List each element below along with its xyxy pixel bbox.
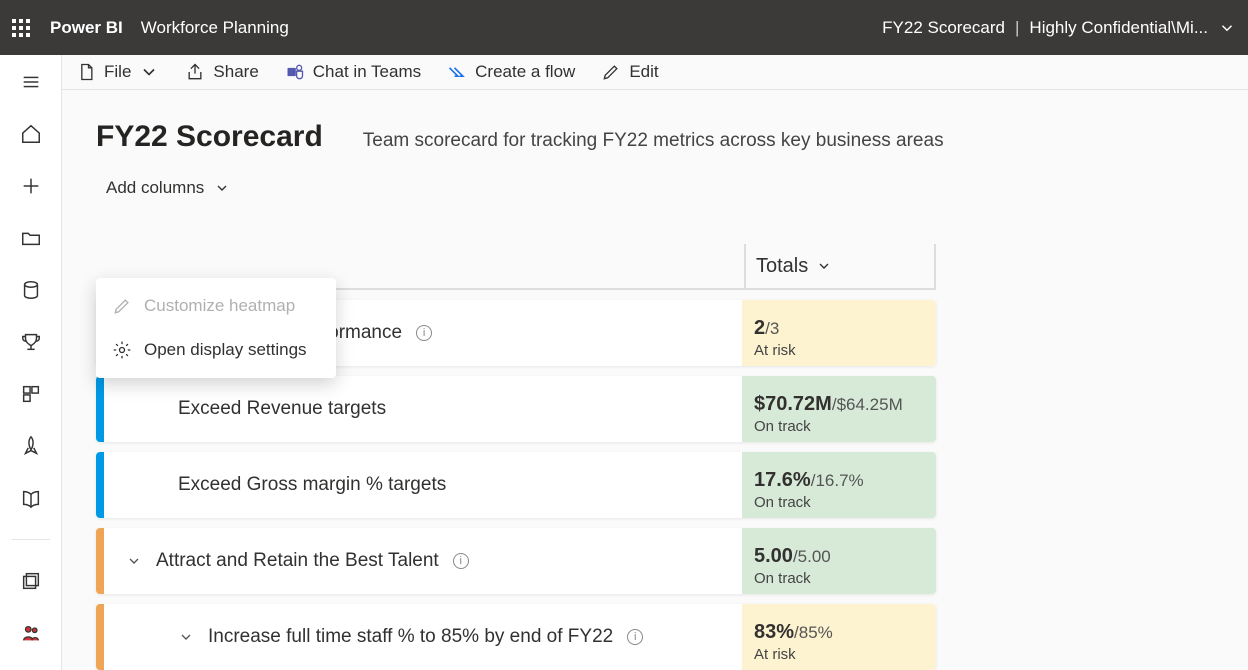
nav-workspaces[interactable] (14, 564, 48, 598)
add-columns-label: Add columns (106, 178, 204, 198)
row-name-label: Increase full time staff % to 85% by end… (208, 626, 613, 648)
workspace-label[interactable]: Workforce Planning (141, 18, 289, 38)
file-menu[interactable]: File (76, 62, 159, 82)
row-primary-value: 17.6% (754, 469, 811, 491)
row-name-cell: Exceed Gross margin % targets (104, 452, 742, 518)
nav-browse[interactable] (14, 221, 48, 255)
separator: | (1015, 18, 1019, 38)
scorecard-row[interactable]: Attract and Retain the Best Talent i 5.00/… (96, 528, 936, 594)
menu-item-customize-heatmap: Customize heatmap (96, 284, 336, 328)
create-flow-button[interactable]: Create a flow (447, 62, 575, 82)
pencil-icon (601, 62, 621, 82)
info-icon[interactable]: i (627, 629, 643, 645)
row-totals-cell: 83%/85% At risk (742, 604, 936, 670)
status-stripe (96, 528, 104, 594)
command-bar: File Share T Chat in Teams Create a flow… (62, 55, 1248, 90)
scorecard-row[interactable]: Exceed Revenue targets $70.72M/$64.25M On … (96, 376, 936, 442)
menu-customize-label: Customize heatmap (144, 296, 295, 316)
totals-header-label: Totals (756, 255, 808, 278)
chat-label: Chat in Teams (313, 62, 421, 82)
scorecard-row[interactable]: Increase full time staff % to 85% by end… (96, 604, 936, 670)
row-status-label: At risk (754, 646, 936, 663)
add-columns-dropdown[interactable]: Add columns (106, 178, 1248, 198)
app-top-bar: Power BI Workforce Planning FY22 Scoreca… (0, 0, 1248, 55)
edit-label: Edit (629, 62, 658, 82)
page-content: FY22 Scorecard Team scorecard for tracki… (62, 90, 1248, 670)
row-totals-cell: 5.00/5.00 On track (742, 528, 936, 594)
row-totals-cell: 2/3 At risk (742, 300, 936, 366)
report-name: FY22 Scorecard (882, 18, 1005, 38)
nav-create[interactable] (14, 169, 48, 203)
svg-text:T: T (289, 70, 293, 77)
nav-learn[interactable] (14, 481, 48, 515)
row-secondary-value: /5.00 (793, 547, 831, 566)
row-secondary-value: /85% (794, 623, 833, 642)
scorecard-row[interactable]: Exceed Gross margin % targets 17.6%/16.7%… (96, 452, 936, 518)
chevron-down-icon (816, 258, 832, 274)
file-label: File (104, 62, 131, 82)
share-button[interactable]: Share (185, 62, 258, 82)
row-secondary-value: /$64.25M (832, 395, 903, 414)
row-status-label: At risk (754, 342, 936, 359)
row-primary-value: 2 (754, 317, 765, 339)
nav-data-hub[interactable] (14, 273, 48, 307)
menu-item-display-settings[interactable]: Open display settings (96, 328, 336, 372)
info-icon[interactable]: i (453, 553, 469, 569)
row-primary-value: 5.00 (754, 545, 793, 567)
app-launcher-icon[interactable] (12, 19, 30, 37)
status-stripe (96, 604, 104, 670)
chevron-down-icon (139, 62, 159, 82)
file-icon (76, 62, 96, 82)
page-description: Team scorecard for tracking FY22 metrics… (363, 130, 944, 152)
row-name-cell: Exceed Revenue targets (104, 376, 742, 442)
pencil-icon (112, 296, 132, 316)
menu-display-label: Open display settings (144, 340, 307, 360)
flow-icon (447, 62, 467, 82)
row-name-label: Exceed Revenue targets (178, 398, 386, 420)
nav-apps[interactable] (14, 377, 48, 411)
add-columns-menu: Customize heatmap Open display settings (96, 278, 336, 378)
sensitivity-label[interactable]: Highly Confidential\Mi... (1029, 18, 1208, 38)
row-totals-cell: 17.6%/16.7% On track (742, 452, 936, 518)
row-status-label: On track (754, 570, 936, 587)
row-primary-value: $70.72M (754, 393, 832, 415)
row-status-label: On track (754, 494, 936, 511)
teams-icon: T (285, 62, 305, 82)
status-stripe (96, 452, 104, 518)
page-title: FY22 Scorecard (96, 120, 323, 154)
chevron-down-icon[interactable] (178, 629, 194, 645)
nav-goals[interactable] (14, 325, 48, 359)
info-icon[interactable]: i (416, 325, 432, 341)
row-name-cell: Increase full time staff % to 85% by end… (104, 604, 742, 670)
brand-label: Power BI (50, 18, 123, 38)
gear-icon (112, 340, 132, 360)
row-name-cell: Attract and Retain the Best Talent i (104, 528, 742, 594)
nav-collapse-button[interactable] (14, 65, 48, 99)
row-totals-cell: $70.72M/$64.25M On track (742, 376, 936, 442)
row-name-label: Exceed Gross margin % targets (178, 474, 446, 496)
chevron-down-icon[interactable] (1218, 19, 1236, 37)
row-secondary-value: /3 (765, 319, 779, 338)
nav-home[interactable] (14, 117, 48, 151)
flow-label: Create a flow (475, 62, 575, 82)
edit-button[interactable]: Edit (601, 62, 658, 82)
row-status-label: On track (754, 418, 936, 435)
row-primary-value: 83% (754, 621, 794, 643)
status-stripe (96, 376, 104, 442)
nav-workforce-icon[interactable] (14, 616, 48, 650)
column-totals-header[interactable]: Totals (746, 244, 936, 288)
chat-teams-button[interactable]: T Chat in Teams (285, 62, 421, 82)
left-nav-rail (0, 55, 62, 670)
divider (12, 539, 50, 540)
share-label: Share (213, 62, 258, 82)
main-area: File Share T Chat in Teams Create a flow… (62, 55, 1248, 670)
row-secondary-value: /16.7% (811, 471, 864, 490)
chevron-down-icon[interactable] (126, 553, 142, 569)
share-icon (185, 62, 205, 82)
nav-deployment[interactable] (14, 429, 48, 463)
row-name-label: Attract and Retain the Best Talent (156, 550, 439, 572)
chevron-down-icon (214, 180, 230, 196)
